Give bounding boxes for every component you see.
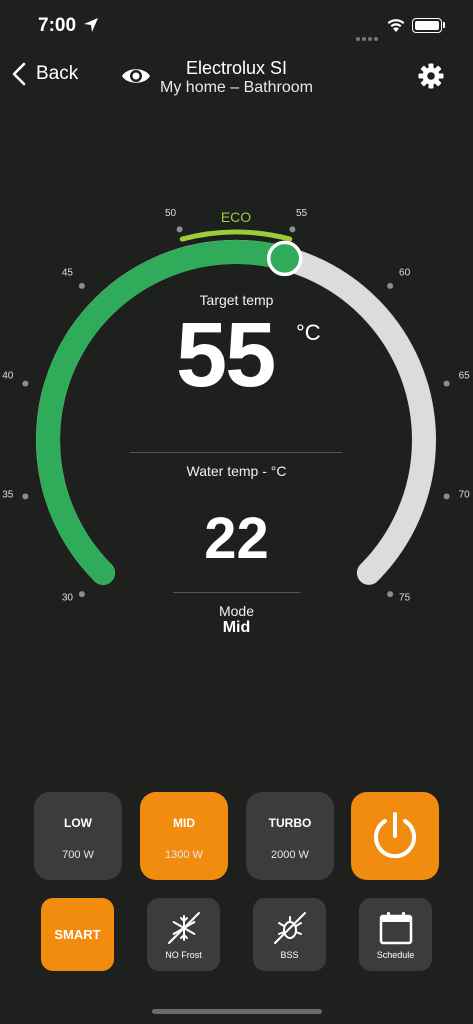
eco-label: ECO	[221, 209, 251, 225]
snowflake-icon	[167, 912, 200, 944]
gauge-tick-label: 35	[2, 490, 14, 501]
status-time: 7:00	[38, 15, 77, 36]
no-frost-button[interactable]: NO Frost	[147, 898, 220, 971]
gauge-tick-dot	[22, 380, 29, 387]
device-title: Electrolux SI	[185, 58, 288, 78]
back-button[interactable]: Back	[12, 62, 78, 86]
mode-value: Mid	[222, 619, 251, 636]
gauge-tick-dot	[22, 493, 29, 500]
gauge-tick-label: 55	[296, 208, 308, 219]
divider	[130, 452, 342, 453]
divider	[173, 592, 300, 593]
smart-button[interactable]: SMART	[41, 898, 114, 971]
bss-label: BSS	[280, 950, 299, 960]
gauge-tick-dot	[443, 493, 450, 500]
header-title-block: Electrolux SI My home – Bathroom	[140, 58, 333, 98]
turbo-mode-button[interactable]: TURBO 2000 W	[246, 792, 334, 880]
gauge-tick-dot	[443, 380, 450, 387]
power-icon	[374, 812, 416, 859]
mode-label: Mode	[218, 603, 255, 619]
turbo-mode-label: TURBO	[268, 815, 312, 830]
low-mode-button[interactable]: LOW 700 W	[34, 792, 122, 880]
gauge-tick-dot	[176, 226, 183, 233]
wifi-icon	[387, 19, 405, 32]
schedule-button[interactable]: Schedule	[359, 898, 432, 971]
gauge-tick-dot	[387, 591, 394, 598]
gauge-tick-label: 75	[399, 593, 411, 604]
turbo-mode-watt: 2000 W	[271, 848, 309, 861]
gauge-tick-label: 70	[459, 490, 471, 501]
battery-nub	[443, 22, 445, 28]
gauge-tick-label: 30	[62, 593, 74, 604]
gauge-tick-label: 45	[62, 267, 74, 278]
gauge-tick-label: 60	[399, 267, 411, 278]
gauge-tick-label: 65	[459, 371, 471, 382]
mid-mode-watt: 1300 W	[165, 848, 203, 861]
schedule-label: Schedule	[376, 950, 415, 960]
water-temp-label: Water temp - °C	[186, 463, 287, 479]
gear-icon[interactable]	[418, 63, 444, 89]
location-arrow-icon	[84, 18, 98, 32]
gauge-tick-dot	[289, 226, 296, 233]
home-indicator	[152, 1009, 322, 1014]
target-temp-knob[interactable]	[266, 240, 303, 277]
gauge-tick-label: 40	[2, 371, 14, 382]
water-temp-value: 22	[204, 506, 269, 571]
mid-mode-button[interactable]: MID 1300 W	[140, 792, 228, 880]
eco-range-arc	[179, 229, 293, 242]
mid-mode-label: MID	[173, 815, 195, 830]
cellular-signal-icon	[356, 28, 380, 46]
calendar-icon	[379, 912, 412, 945]
smart-label: SMART	[54, 927, 101, 942]
gauge-tick-dot	[78, 591, 85, 598]
bacteria-icon	[273, 912, 306, 944]
bss-button[interactable]: BSS	[253, 898, 326, 971]
target-temp-unit: °C	[296, 320, 321, 345]
chevron-left-icon	[12, 62, 26, 86]
gauge-tick-dot	[78, 282, 85, 289]
low-mode-watt: 700 W	[62, 848, 94, 861]
gauge-tick-dot	[387, 282, 394, 289]
gauge-tick-label: 50	[165, 208, 177, 219]
battery-icon	[412, 18, 442, 33]
target-temp-value: 55	[176, 304, 276, 406]
no-frost-label: NO Frost	[165, 950, 202, 960]
back-label: Back	[36, 63, 79, 84]
device-location: My home – Bathroom	[160, 79, 313, 96]
low-mode-label: LOW	[64, 815, 92, 830]
power-button[interactable]	[351, 792, 439, 880]
